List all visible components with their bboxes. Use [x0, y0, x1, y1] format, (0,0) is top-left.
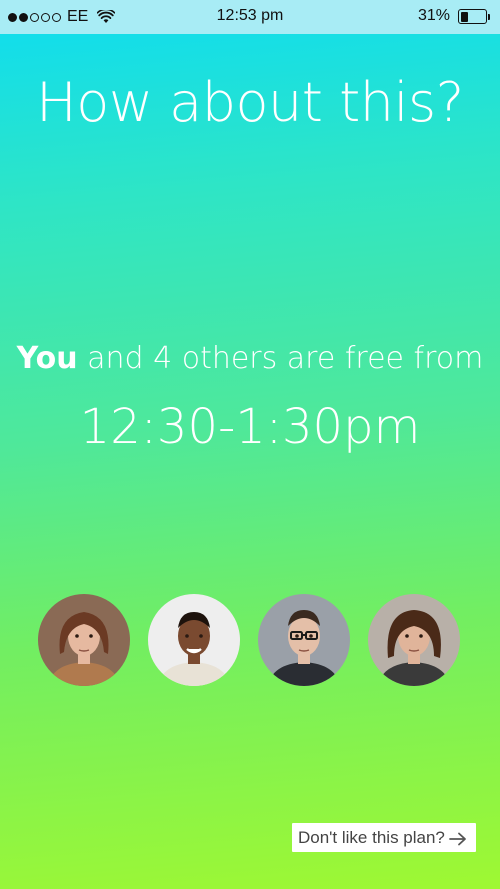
page-title: How about this? [36, 71, 464, 134]
availability-you: You [16, 341, 78, 376]
availability-suffix: and 4 others are free from [77, 341, 484, 376]
avatar-man-long-hair[interactable] [368, 594, 460, 686]
availability-text: You and 4 others are free from [0, 340, 500, 378]
avatar-man-glasses[interactable] [258, 594, 350, 686]
arrow-right-icon [448, 831, 467, 845]
avatar-man-smiling[interactable] [148, 594, 240, 686]
avatar-woman-brown-hair[interactable] [38, 594, 130, 686]
dislike-plan-label: Don't like this plan? [298, 827, 445, 847]
status-bar: EE 12:53 pm 31% [0, 0, 500, 34]
avatar-list [38, 594, 460, 686]
dislike-plan-button[interactable]: Don't like this plan? [292, 823, 476, 852]
battery-percent: 31% [417, 7, 450, 24]
status-right: 31% [418, 7, 490, 25]
battery-icon [458, 8, 490, 24]
time-range: 12:30-1:30pm [79, 399, 421, 455]
